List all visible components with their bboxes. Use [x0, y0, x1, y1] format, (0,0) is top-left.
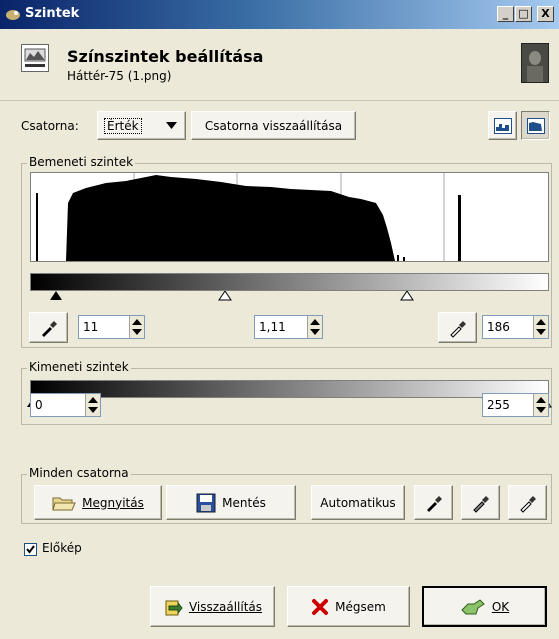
log-histogram-button[interactable]: [521, 111, 550, 140]
auto-label: Automatikus: [320, 495, 396, 510]
pick-gray-all-button[interactable]: [461, 485, 500, 520]
auto-button[interactable]: Automatikus: [311, 485, 405, 520]
dialog-header: Színszintek beállítása Háttér-75 (1.png): [0, 29, 559, 101]
eyedropper-white-icon: [519, 495, 536, 513]
spinner-arrows[interactable]: [533, 394, 548, 416]
input-high-value: 186: [487, 320, 510, 334]
minimize-button[interactable]: _: [497, 6, 514, 22]
output-low-value: 0: [35, 398, 43, 412]
spinner-arrows[interactable]: [533, 316, 548, 338]
pick-black-point-button[interactable]: [29, 312, 68, 343]
channel-select-value: Érték: [104, 117, 142, 134]
input-low-value: 11: [83, 320, 99, 334]
eyedropper-black-icon: [41, 320, 57, 337]
floppy-save-icon: [196, 493, 216, 512]
gimp-app-icon: [6, 10, 20, 20]
save-label: Mentés: [222, 495, 266, 510]
save-button[interactable]: Mentés: [166, 485, 296, 520]
window-title: Szintek: [25, 6, 80, 21]
spinner-arrows[interactable]: [129, 316, 144, 338]
folder-open-icon: [52, 497, 76, 510]
preview-checkbox[interactable]: [24, 543, 37, 556]
reset-icon: [165, 600, 183, 615]
image-thumbnail: [521, 43, 549, 83]
title-bar[interactable]: Szintek _ □ X: [0, 0, 559, 29]
output-levels-title: Kimeneti szintek: [27, 360, 131, 374]
pick-black-all-button[interactable]: [414, 485, 453, 520]
ok-button[interactable]: OK: [422, 586, 547, 627]
gamma-value: 1,11: [259, 320, 286, 334]
reset-label: Visszaállítás: [188, 599, 263, 614]
output-gradient-bar: [30, 380, 549, 398]
linear-histogram-button[interactable]: [488, 111, 517, 140]
output-high-spinner[interactable]: 255: [482, 393, 549, 417]
chevron-down-icon: [166, 122, 177, 129]
pick-white-all-button[interactable]: [508, 485, 547, 520]
gamma-spinner[interactable]: 1,11: [254, 315, 323, 339]
black-point-slider[interactable]: [49, 291, 63, 301]
input-low-spinner[interactable]: 11: [78, 315, 145, 339]
reset-button[interactable]: Visszaállítás: [150, 586, 275, 627]
pick-white-point-button[interactable]: [438, 312, 477, 343]
eyedropper-white-icon: [449, 320, 466, 338]
cancel-label: Mégsem: [335, 599, 386, 614]
spinner-arrows[interactable]: [307, 316, 322, 338]
reset-channel-button[interactable]: Csatorna visszaállítása: [191, 111, 356, 140]
input-gradient-bar: [30, 273, 549, 291]
linear-histogram-icon: [493, 117, 512, 134]
channel-label: Csatorna:: [21, 119, 79, 133]
ok-icon: [461, 598, 485, 614]
channel-select[interactable]: Érték: [97, 111, 186, 140]
output-high-value: 255: [487, 398, 510, 412]
input-high-spinner[interactable]: 186: [482, 315, 549, 339]
dialog-title: Színszintek beállítása: [67, 47, 264, 66]
log-histogram-icon: [526, 117, 545, 134]
close-button[interactable]: X: [537, 6, 554, 22]
reset-channel-label: Csatorna visszaállítása: [204, 118, 343, 133]
eyedropper-gray-icon: [472, 495, 489, 513]
open-button[interactable]: Megnyitás: [34, 485, 162, 520]
all-channels-title: Minden csatorna: [27, 466, 131, 480]
cancel-x-icon: [312, 598, 329, 615]
gamma-slider[interactable]: [218, 291, 232, 301]
output-low-spinner[interactable]: 0: [30, 393, 101, 417]
levels-icon: [21, 44, 49, 72]
eyedropper-black-icon: [426, 495, 442, 512]
open-label: Megnyitás: [82, 495, 144, 510]
cancel-button[interactable]: Mégsem: [287, 586, 410, 627]
check-icon: [26, 545, 35, 554]
levels-dialog: Szintek _ □ X Színszintek beállítása Hát…: [0, 0, 559, 639]
maximize-button[interactable]: □: [515, 6, 532, 22]
ok-label: OK: [491, 599, 510, 614]
dialog-subtitle: Háttér-75 (1.png): [67, 69, 172, 83]
input-levels-title: Bemeneti szintek: [27, 155, 136, 169]
spinner-arrows[interactable]: [85, 394, 100, 416]
histogram: [30, 172, 549, 262]
preview-label: Előkép: [42, 541, 82, 555]
white-point-slider[interactable]: [400, 291, 414, 301]
